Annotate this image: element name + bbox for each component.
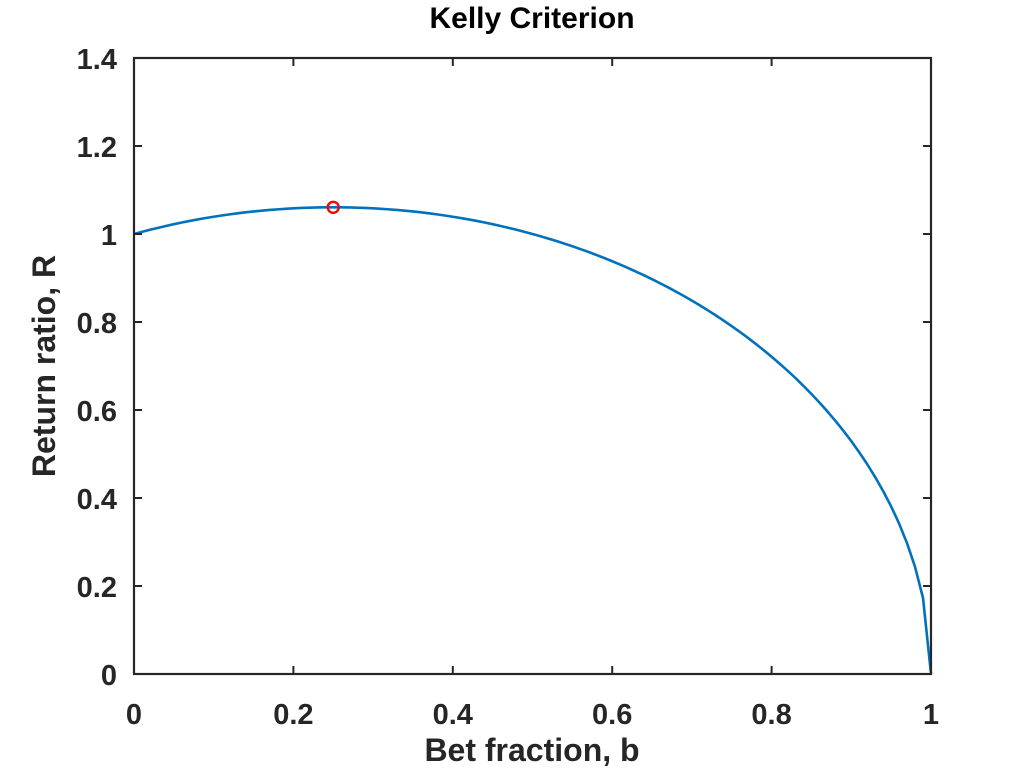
- axes-box: [132, 56, 933, 676]
- y-tick-label: 0.2: [77, 572, 117, 604]
- x-tick-labels: 0 0.2 0.4 0.6 0.8 1: [126, 699, 939, 731]
- y-tick-label: 1.2: [77, 132, 117, 164]
- y-tick-label: 1.4: [77, 44, 117, 76]
- chart-title: Kelly Criterion: [429, 2, 634, 35]
- y-axis-label: Return ratio, R: [26, 255, 62, 477]
- x-tick-label: 1: [923, 699, 939, 731]
- y-tick-label: 0.6: [77, 396, 117, 428]
- y-tick-label: 0: [101, 660, 117, 692]
- chart-figure: 0 0.2 0.4 0.6 0.8 1 0 0.2 0.4 0.6 0.8 1 1.2 1.4 Kell…: [26, 2, 939, 768]
- y-tick-label: 1: [101, 220, 117, 252]
- series-line-0: [133, 205, 933, 675]
- x-tick-label: 0.6: [592, 699, 632, 731]
- x-tick-label: 0.8: [751, 699, 791, 731]
- y-tick-label: 0.4: [77, 484, 117, 516]
- x-tick-label: 0.2: [273, 699, 313, 731]
- y-tick-labels: 0 0.2 0.4 0.6 0.8 1 1.2 1.4: [77, 44, 117, 692]
- x-tick-label: 0: [126, 699, 142, 731]
- axis-ticks: [132, 56, 933, 676]
- plot-area: [133, 200, 933, 675]
- y-tick-label: 0.8: [77, 308, 117, 340]
- x-tick-label: 0.4: [433, 699, 473, 731]
- x-axis-label: Bet fraction, b: [424, 732, 639, 768]
